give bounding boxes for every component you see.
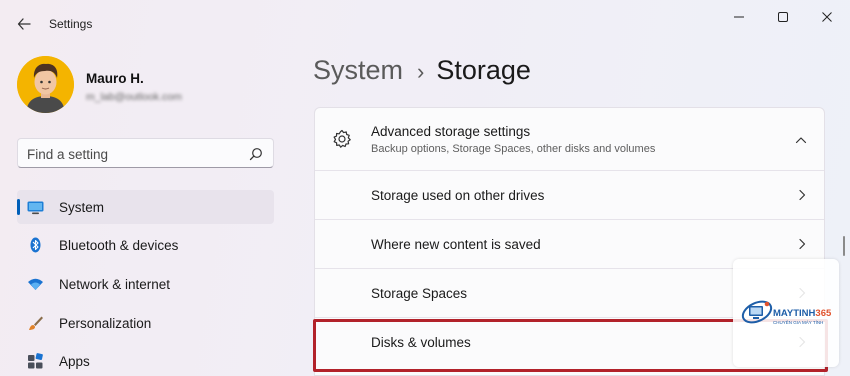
storage-other-drives-row[interactable]: Storage used on other drives bbox=[315, 171, 824, 220]
bluetooth-icon bbox=[30, 237, 41, 253]
sidebar-item-label: Network & internet bbox=[59, 277, 171, 292]
maximize-button[interactable] bbox=[760, 6, 806, 28]
apps-icon bbox=[28, 353, 43, 369]
chevron-right-icon: › bbox=[417, 59, 425, 84]
advanced-storage-header[interactable]: Advanced storage settings Backup options… bbox=[315, 108, 824, 171]
breadcrumb-parent[interactable]: System bbox=[313, 55, 403, 85]
minimize-icon bbox=[734, 16, 744, 18]
sidebar-item-label: Personalization bbox=[59, 316, 152, 331]
watermark: MAYTINH365 CHUYÊN GIA MÁY TÍNH bbox=[733, 259, 839, 367]
search-box[interactable] bbox=[17, 138, 274, 168]
user-name: Mauro H. bbox=[86, 71, 144, 86]
sidebar-item-label: System bbox=[59, 200, 105, 215]
gear-icon bbox=[333, 129, 351, 148]
user-email: m_lab@outlook.com bbox=[86, 91, 182, 103]
avatar-image bbox=[17, 56, 74, 113]
advanced-storage-subtitle: Backup options, Storage Spaces, other di… bbox=[371, 143, 656, 155]
row-label: Where new content is saved bbox=[371, 237, 541, 252]
brand-name: MAYTINH365 bbox=[773, 308, 832, 319]
sidebar-item-label: Apps bbox=[59, 354, 90, 369]
sidebar-item-label: Bluetooth & devices bbox=[59, 238, 179, 253]
page-title: Storage bbox=[436, 55, 531, 85]
paintbrush-icon bbox=[29, 316, 43, 330]
window-title: Settings bbox=[49, 17, 93, 31]
arrow-left-icon bbox=[17, 18, 31, 30]
row-label: Storage used on other drives bbox=[371, 188, 545, 203]
chevron-up-icon[interactable] bbox=[795, 134, 807, 146]
scrollbar[interactable] bbox=[843, 236, 845, 256]
close-button[interactable] bbox=[804, 6, 850, 28]
row-label: Disks & volumes bbox=[371, 335, 471, 350]
sidebar-item-system[interactable]: System bbox=[17, 190, 274, 224]
chevron-right-icon bbox=[799, 189, 806, 201]
close-icon bbox=[822, 12, 832, 22]
advanced-storage-title: Advanced storage settings bbox=[371, 124, 531, 139]
brand-logo-icon bbox=[741, 300, 773, 324]
sidebar-item-personalization[interactable]: Personalization bbox=[17, 306, 274, 340]
title-bar: Settings bbox=[0, 0, 850, 40]
minimize-button[interactable] bbox=[716, 6, 762, 28]
sidebar-item-bluetooth[interactable]: Bluetooth & devices bbox=[17, 228, 274, 262]
breadcrumb: System › Storage bbox=[313, 55, 531, 95]
back-button[interactable] bbox=[14, 12, 34, 32]
avatar bbox=[17, 56, 74, 113]
sidebar-item-network[interactable]: Network & internet bbox=[17, 267, 274, 301]
chevron-right-icon bbox=[799, 238, 806, 250]
active-indicator bbox=[17, 199, 20, 215]
search-icon[interactable] bbox=[249, 147, 263, 161]
row-label: Storage Spaces bbox=[371, 286, 468, 301]
wifi-icon bbox=[28, 278, 43, 290]
brand-tagline: CHUYÊN GIA MÁY TÍNH bbox=[773, 320, 824, 325]
search-input[interactable] bbox=[27, 145, 247, 163]
maximize-icon bbox=[778, 12, 788, 22]
sidebar-item-apps[interactable]: Apps bbox=[17, 344, 274, 376]
monitor-icon bbox=[27, 201, 44, 215]
